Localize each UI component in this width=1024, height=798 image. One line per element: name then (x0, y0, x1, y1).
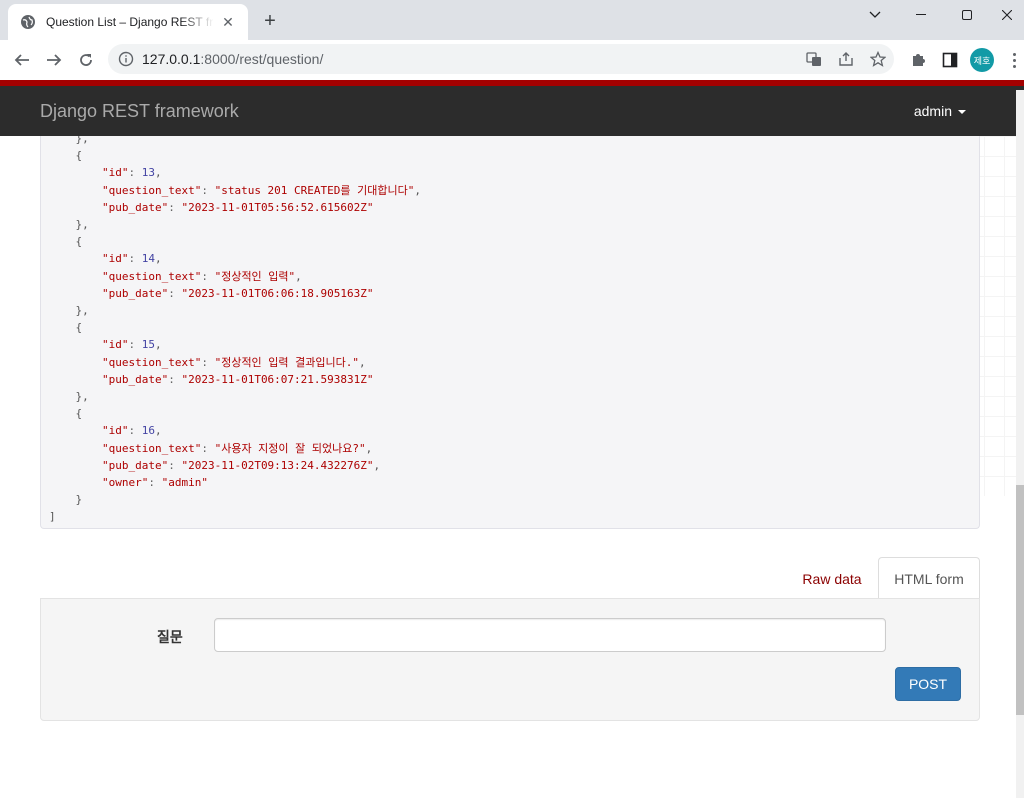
user-name: admin (913, 103, 952, 119)
json-line: "owner": "admin" (101, 476, 208, 490)
chevron-down-icon[interactable] (852, 0, 898, 30)
address-bar[interactable]: 127.0.0.1:8000/rest/question/ (108, 44, 894, 74)
navbar: Django REST framework admin (0, 86, 1024, 136)
caret-down-icon (958, 110, 966, 115)
bookmark-star-icon[interactable] (870, 51, 886, 67)
window-close-icon[interactable] (990, 0, 1024, 30)
scrollbar-thumb[interactable] (1016, 485, 1024, 715)
maximize-icon[interactable] (944, 0, 990, 30)
json-line: "pub_date": "2023-11-01T06:06:18.905163Z… (101, 286, 374, 300)
page-viewport: Django REST framework admin }, { "id": 1… (0, 80, 1024, 798)
question-text-input[interactable] (214, 618, 886, 652)
info-icon[interactable] (118, 51, 134, 67)
browser-tab[interactable]: Question List – Django REST framework ✕ (8, 4, 248, 40)
response-body: }, { "id": 13, "question_text": "status … (40, 136, 980, 529)
json-line: "id": 14, (101, 252, 162, 266)
json-response: }, { "id": 13, "question_text": "status … (49, 136, 421, 526)
post-form: 질문 POST (40, 598, 980, 721)
reload-icon[interactable] (72, 46, 100, 74)
url-host: 127.0.0.1 (142, 51, 201, 67)
json-line: "question_text": "정상적인 입력", (101, 269, 302, 283)
json-line: { (49, 149, 83, 163)
new-tab-icon[interactable]: + (258, 10, 282, 34)
json-line: "id": 15, (101, 338, 162, 352)
json-line: }, (49, 304, 89, 318)
json-line: }, (49, 218, 89, 232)
url-path: :8000/rest/question/ (200, 51, 324, 67)
browser-tab-strip: Question List – Django REST framework ✕ … (0, 0, 1024, 40)
more-menu-icon[interactable] (1008, 50, 1020, 70)
json-line: "pub_date": "2023-11-01T05:56:52.615602Z… (101, 200, 374, 214)
tab-raw-data[interactable]: Raw data (792, 557, 872, 599)
share-icon[interactable] (838, 51, 854, 67)
json-line: "id": 13, (101, 166, 162, 180)
json-line: { (49, 407, 83, 421)
translate-icon[interactable] (806, 51, 822, 67)
json-line: { (49, 235, 83, 249)
url-text[interactable]: 127.0.0.1:8000/rest/question/ (142, 51, 323, 67)
json-line: "pub_date": "2023-11-02T09:13:24.432276Z… (101, 458, 381, 472)
close-icon[interactable]: ✕ (220, 14, 236, 30)
profile-avatar[interactable]: 제호 (970, 48, 994, 72)
json-line: "question_text": "사용자 지정이 잘 되었나요?", (101, 441, 373, 455)
back-icon[interactable] (8, 46, 36, 74)
json-line: ] (49, 510, 56, 524)
question-field-label: 질문 (157, 629, 183, 645)
extensions-icon[interactable] (908, 50, 928, 70)
json-line: "question_text": "status 201 CREATED를 기대… (101, 183, 421, 197)
tab-title: Question List – Django REST framework (46, 15, 214, 29)
minimize-icon[interactable] (898, 0, 944, 30)
tab-html-form[interactable]: HTML form (878, 557, 980, 599)
json-line: } (49, 493, 83, 507)
json-line: { (49, 321, 83, 335)
json-line: }, (49, 136, 89, 145)
json-line: "id": 16, (101, 424, 162, 438)
json-line: "question_text": "정상적인 입력 결과입니다.", (101, 355, 366, 369)
user-menu[interactable]: admin (914, 103, 966, 119)
side-panel-icon[interactable] (940, 50, 960, 70)
json-line: }, (49, 390, 89, 404)
post-button[interactable]: POST (895, 667, 961, 701)
brand-link[interactable]: Django REST framework (40, 101, 239, 122)
json-line: "pub_date": "2023-11-01T06:07:21.593831Z… (101, 372, 374, 386)
globe-icon (21, 15, 35, 29)
forward-icon[interactable] (40, 46, 68, 74)
